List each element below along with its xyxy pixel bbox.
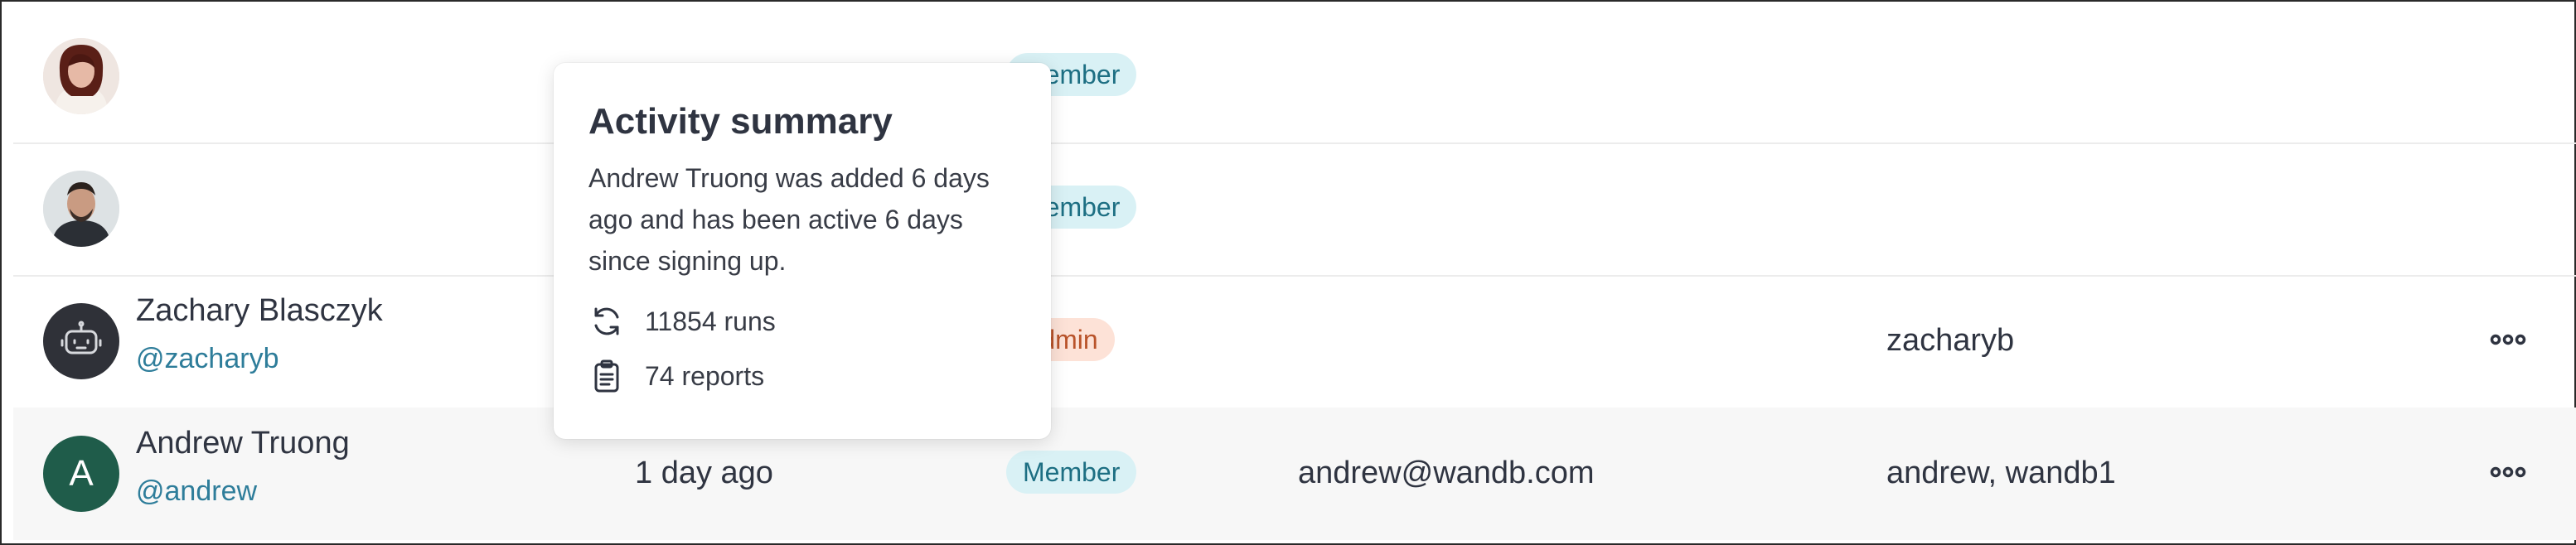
tooltip-description: Andrew Truong was added 6 days ago and h… xyxy=(588,163,990,276)
activity-summary-tooltip: Activity summary Andrew Truong was added… xyxy=(554,63,1051,439)
runs-stat: 11854 runs xyxy=(588,303,1016,340)
reports-stat: 74 reports xyxy=(588,358,1016,394)
member-email: andrew@wandb.com xyxy=(1298,456,1595,490)
table-row[interactable]: A Andrew Truong @andrew 1 day ago Member… xyxy=(13,408,2576,540)
more-options-button[interactable] xyxy=(2483,323,2533,356)
robot-avatar-icon xyxy=(43,303,119,379)
role-badge: Member xyxy=(1006,451,1137,494)
table-row[interactable]: Member xyxy=(13,142,2576,277)
members-table: Member Member Zachary Blasczyk @zacharyb… xyxy=(0,0,2576,545)
member-name: Zachary Blasczyk xyxy=(136,293,383,328)
avatar-letter: A xyxy=(69,453,94,494)
avatar xyxy=(43,171,119,247)
refresh-icon xyxy=(594,307,619,335)
member-name: Andrew Truong xyxy=(136,426,350,461)
ellipsis-icon xyxy=(2490,334,2526,345)
member-teams: zacharyb xyxy=(1886,323,2015,358)
clipboard-icon xyxy=(594,359,619,393)
more-options-button[interactable] xyxy=(2483,456,2533,489)
ellipsis-icon xyxy=(2490,466,2526,478)
avatar xyxy=(43,38,119,114)
table-row[interactable]: Zachary Blasczyk @zacharyb Admin zachary… xyxy=(13,275,2576,409)
avatar: A xyxy=(43,436,119,512)
member-username[interactable]: @zacharyb xyxy=(136,343,278,375)
table-row[interactable]: Member xyxy=(13,10,2576,144)
runs-count: 11854 runs xyxy=(645,306,776,336)
member-teams: andrew, wandb1 xyxy=(1886,456,2116,490)
reports-count: 74 reports xyxy=(645,360,765,391)
tooltip-title: Activity summary xyxy=(588,101,893,142)
last-active[interactable]: 1 day ago xyxy=(635,456,773,491)
member-username[interactable]: @andrew xyxy=(136,475,257,508)
